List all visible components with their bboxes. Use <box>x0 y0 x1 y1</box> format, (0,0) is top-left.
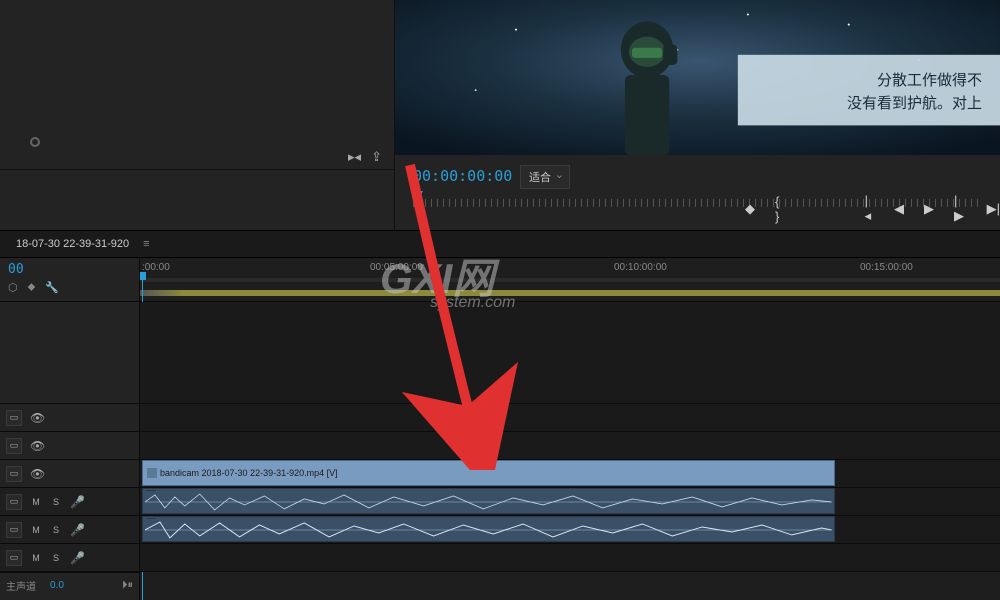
video-track-header-v1[interactable]: ▭ 👁 <box>0 460 139 488</box>
audio-track-header-a3[interactable]: ▭ M S 🎤 <box>0 544 139 572</box>
track-toggle-icon[interactable]: ▭ <box>6 494 22 510</box>
master-output-icon[interactable]: ⏵⏸ <box>122 579 133 592</box>
go-to-in-icon[interactable]: |◂ <box>865 193 874 224</box>
time-mark: 00:10:00:00 <box>614 262 667 273</box>
audio-clip-a2[interactable] <box>142 516 835 542</box>
overwrite-icon[interactable]: ⇪ <box>371 149 382 165</box>
mark-out-icon[interactable]: { } <box>775 194 787 224</box>
video-track-v2[interactable] <box>140 432 1000 460</box>
audio-track-header-a2[interactable]: ▭ M S 🎤 <box>0 516 139 544</box>
track-toggle-icon[interactable]: ▭ <box>6 466 22 482</box>
track-toggle-icon[interactable]: ▭ <box>6 410 22 426</box>
play-icon[interactable]: ▶ <box>924 201 934 217</box>
timeline-track-headers: 00 ⬡ ⬥ 🔧 ▭ 👁 ▭ 👁 ▭ 👁 ▭ M S 🎤 <box>0 258 140 600</box>
sequence-tab[interactable]: 18-07-30 22-39-31-920 <box>6 238 139 250</box>
linked-selection-icon[interactable]: ⬥ <box>28 281 36 294</box>
track-visibility-icon[interactable]: 👁 <box>30 411 45 425</box>
go-to-out-icon[interactable]: ▶| <box>987 201 1000 217</box>
time-mark: 00:15:00:00 <box>860 262 913 273</box>
insert-icon[interactable]: ▸◂ <box>348 149 361 165</box>
mic-icon[interactable]: 🎤 <box>70 523 85 537</box>
sequence-tab-bar: 18-07-30 22-39-31-920 ≡ <box>0 230 1000 258</box>
solo-button[interactable]: S <box>50 497 62 507</box>
timeline-playhead[interactable] <box>140 272 146 280</box>
subtitle-line-1: 分散工作做得不 <box>847 70 982 93</box>
snap-icon[interactable]: ⬡ <box>8 281 18 294</box>
program-timecode[interactable]: 00:00:00:00 <box>413 167 512 185</box>
solo-button[interactable]: S <box>50 553 62 563</box>
program-monitor-panel: 分散工作做得不 没有看到护航。对上 00:00:00:00 适合 ◆ { } |… <box>395 0 1000 230</box>
mic-icon[interactable]: 🎤 <box>70 495 85 509</box>
zoom-fit-dropdown[interactable]: 适合 <box>520 165 570 189</box>
audio-track-a2[interactable] <box>140 516 1000 544</box>
track-toggle-icon[interactable]: ▭ <box>6 522 22 538</box>
track-visibility-icon[interactable]: 👁 <box>30 439 45 453</box>
video-track-header-v2[interactable]: ▭ 👁 <box>0 432 139 460</box>
video-clip[interactable]: bandicam 2018-07-30 22-39-31-920.mp4 [V] <box>142 460 835 486</box>
clip-fx-icon <box>147 468 157 478</box>
timeline-timecode[interactable]: 00 <box>8 262 131 277</box>
timeline-tracks-area[interactable]: :00:00 00:05:00:00 00:10:00:00 00:15:00:… <box>140 258 1000 600</box>
video-track-v1[interactable]: bandicam 2018-07-30 22-39-31-920.mp4 [V] <box>140 460 1000 488</box>
track-toggle-icon[interactable]: ▭ <box>6 438 22 454</box>
video-track-header-v3[interactable]: ▭ 👁 <box>0 404 139 432</box>
audio-track-a1[interactable] <box>140 488 1000 516</box>
source-scrub-handle[interactable] <box>30 137 40 147</box>
solo-button[interactable]: S <box>50 525 62 535</box>
track-toggle-icon[interactable]: ▭ <box>6 550 22 566</box>
video-track-v3[interactable] <box>140 404 1000 432</box>
program-preview: 分散工作做得不 没有看到护航。对上 <box>395 0 1000 155</box>
mute-button[interactable]: M <box>30 553 42 563</box>
master-value[interactable]: 0.0 <box>50 580 64 591</box>
master-label: 主声道 <box>6 578 36 593</box>
mute-button[interactable]: M <box>30 497 42 507</box>
mute-button[interactable]: M <box>30 525 42 535</box>
time-mark: :00:00 <box>142 262 170 273</box>
step-forward-icon[interactable]: |▶ <box>954 193 967 224</box>
source-monitor-panel: ▸◂ ⇪ <box>0 0 395 230</box>
source-scrubber[interactable] <box>30 139 364 147</box>
mic-icon[interactable]: 🎤 <box>70 551 85 565</box>
master-audio-row: 主声道 0.0 ⏵⏸ <box>0 572 139 598</box>
time-ruler[interactable]: :00:00 00:05:00:00 00:10:00:00 00:15:00:… <box>140 258 1000 302</box>
sequence-menu-icon[interactable]: ≡ <box>143 238 149 250</box>
settings-wrench-icon[interactable]: 🔧 <box>45 281 59 294</box>
audio-track-header-a1[interactable]: ▭ M S 🎤 <box>0 488 139 516</box>
track-visibility-icon[interactable]: 👁 <box>30 467 45 481</box>
time-mark: 00:05:00:00 <box>370 262 423 273</box>
subtitle-line-2: 没有看到护航。对上 <box>847 93 982 116</box>
audio-clip-a1[interactable] <box>142 488 835 514</box>
clip-label: bandicam 2018-07-30 22-39-31-920.mp4 [V] <box>160 468 338 478</box>
step-back-icon[interactable]: ◀ <box>894 201 904 217</box>
audio-track-a3[interactable] <box>140 544 1000 572</box>
mark-in-icon[interactable]: ◆ <box>745 201 755 217</box>
